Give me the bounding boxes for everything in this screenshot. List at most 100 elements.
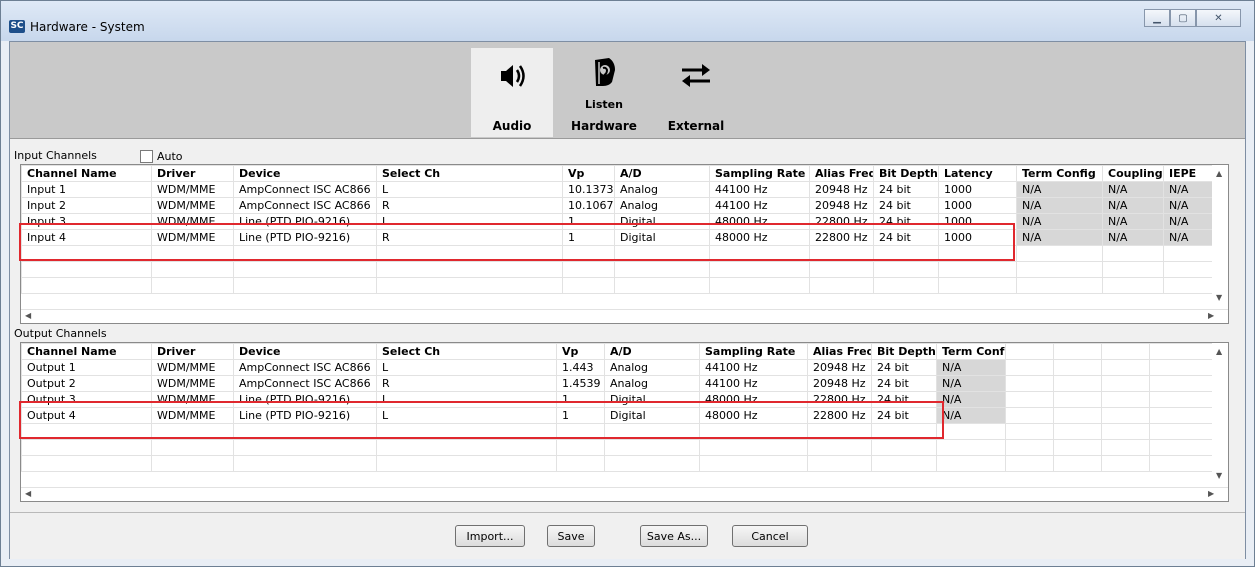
table-cell[interactable] bbox=[376, 245, 563, 262]
table-cell[interactable] bbox=[21, 423, 152, 440]
table-cell[interactable]: L bbox=[376, 213, 563, 230]
table-cell[interactable] bbox=[807, 439, 872, 456]
table-cell[interactable]: Analog bbox=[614, 181, 710, 198]
table-cell[interactable]: 20948 Hz bbox=[809, 181, 874, 198]
table-cell[interactable]: WDM/MME bbox=[151, 229, 234, 246]
table-cell[interactable] bbox=[151, 261, 234, 278]
table-cell[interactable]: 1000 bbox=[938, 213, 1017, 230]
table-cell[interactable] bbox=[1149, 423, 1214, 440]
table-cell[interactable] bbox=[376, 423, 557, 440]
table-row[interactable] bbox=[21, 423, 1214, 440]
table-cell[interactable]: 1 bbox=[556, 407, 605, 424]
table-cell[interactable]: Output 4 bbox=[21, 407, 152, 424]
table-cell[interactable] bbox=[1016, 245, 1103, 262]
table-cell[interactable] bbox=[376, 455, 557, 472]
column-header[interactable]: A/D bbox=[614, 165, 710, 182]
table-cell[interactable]: Digital bbox=[614, 229, 710, 246]
table-cell[interactable] bbox=[21, 455, 152, 472]
table-cell[interactable] bbox=[614, 277, 710, 294]
table-cell[interactable] bbox=[562, 277, 615, 294]
table-cell[interactable]: 24 bit bbox=[871, 359, 937, 376]
table-cell[interactable]: L bbox=[376, 359, 557, 376]
table-cell[interactable] bbox=[1005, 423, 1054, 440]
table-cell[interactable]: 22800 Hz bbox=[809, 229, 874, 246]
table-cell[interactable]: Line (PTD PIO-9216) bbox=[233, 391, 377, 408]
table-cell[interactable]: N/A bbox=[936, 391, 1006, 408]
table-cell[interactable]: AmpConnect ISC AC866 bbox=[233, 197, 377, 214]
scroll-right-icon[interactable]: ▶ bbox=[1208, 311, 1214, 320]
column-header[interactable] bbox=[1053, 343, 1102, 360]
column-header[interactable]: Latency bbox=[938, 165, 1017, 182]
table-cell[interactable]: WDM/MME bbox=[151, 197, 234, 214]
table-cell[interactable]: N/A bbox=[1102, 181, 1164, 198]
table-cell[interactable] bbox=[1005, 359, 1054, 376]
table-row[interactable]: Output 2 WDM/MME AmpConnect ISC AC866 R 1.45… bbox=[21, 375, 1214, 392]
table-cell[interactable] bbox=[562, 245, 615, 262]
table-cell[interactable]: WDM/MME bbox=[151, 407, 234, 424]
table-cell[interactable]: Output 3 bbox=[21, 391, 152, 408]
table-cell[interactable] bbox=[376, 439, 557, 456]
table-cell[interactable] bbox=[936, 423, 1006, 440]
table-cell[interactable] bbox=[1149, 375, 1214, 392]
column-header[interactable]: A/D bbox=[604, 343, 700, 360]
table-cell[interactable] bbox=[556, 455, 605, 472]
column-header[interactable]: Sampling Rate bbox=[709, 165, 810, 182]
table-cell[interactable]: WDM/MME bbox=[151, 391, 234, 408]
table-cell[interactable]: AmpConnect ISC AC866 bbox=[233, 375, 377, 392]
table-cell[interactable] bbox=[233, 261, 377, 278]
table-cell[interactable]: 1.4539 bbox=[556, 375, 605, 392]
scroll-up-icon[interactable]: ▲ bbox=[1216, 169, 1222, 178]
table-cell[interactable] bbox=[936, 455, 1006, 472]
table-cell[interactable] bbox=[562, 261, 615, 278]
table-cell[interactable] bbox=[809, 245, 874, 262]
table-cell[interactable] bbox=[873, 277, 939, 294]
table-cell[interactable] bbox=[807, 455, 872, 472]
table-cell[interactable] bbox=[604, 439, 700, 456]
table-cell[interactable] bbox=[233, 423, 377, 440]
table-cell[interactable]: Input 3 bbox=[21, 213, 152, 230]
table-cell[interactable] bbox=[1053, 439, 1102, 456]
table-cell[interactable] bbox=[1163, 261, 1214, 278]
table-cell[interactable] bbox=[556, 439, 605, 456]
table-cell[interactable] bbox=[1101, 455, 1150, 472]
maximize-button[interactable]: ▢ bbox=[1170, 9, 1196, 27]
table-cell[interactable]: N/A bbox=[1102, 197, 1164, 214]
table-cell[interactable]: Output 2 bbox=[21, 375, 152, 392]
table-cell[interactable] bbox=[699, 423, 808, 440]
table-cell[interactable]: Digital bbox=[614, 213, 710, 230]
table-cell[interactable] bbox=[1053, 407, 1102, 424]
table-row[interactable] bbox=[21, 277, 1214, 294]
table-row[interactable] bbox=[21, 439, 1214, 456]
table-cell[interactable] bbox=[233, 439, 377, 456]
table-cell[interactable] bbox=[709, 245, 810, 262]
table-cell[interactable]: N/A bbox=[1016, 213, 1103, 230]
table-cell[interactable] bbox=[936, 439, 1006, 456]
output-vertical-scrollbar[interactable]: ▲ ▼ bbox=[1212, 343, 1228, 487]
table-cell[interactable]: Input 2 bbox=[21, 197, 152, 214]
table-cell[interactable] bbox=[1053, 455, 1102, 472]
column-header[interactable]: Bit Depth bbox=[873, 165, 939, 182]
column-header[interactable]: Sampling Rate bbox=[699, 343, 808, 360]
table-cell[interactable]: 10.1067 bbox=[562, 197, 615, 214]
table-cell[interactable]: Input 4 bbox=[21, 229, 152, 246]
table-cell[interactable]: 24 bit bbox=[873, 197, 939, 214]
save-as-button[interactable]: Save As... bbox=[640, 525, 708, 547]
table-cell[interactable]: Line (PTD PIO-9216) bbox=[233, 213, 377, 230]
table-cell[interactable] bbox=[604, 455, 700, 472]
table-cell[interactable]: Analog bbox=[604, 375, 700, 392]
column-header[interactable]: Term Conf bbox=[936, 343, 1006, 360]
table-cell[interactable] bbox=[614, 245, 710, 262]
table-cell[interactable]: N/A bbox=[1163, 213, 1214, 230]
table-cell[interactable] bbox=[1101, 359, 1150, 376]
table-cell[interactable] bbox=[556, 423, 605, 440]
table-cell[interactable] bbox=[233, 277, 377, 294]
table-cell[interactable]: R bbox=[376, 197, 563, 214]
table-cell[interactable]: 24 bit bbox=[873, 181, 939, 198]
table-cell[interactable]: N/A bbox=[1016, 181, 1103, 198]
column-header[interactable]: Channel Name bbox=[21, 165, 152, 182]
scroll-right-icon[interactable]: ▶ bbox=[1208, 489, 1214, 498]
import-button[interactable]: Import... bbox=[455, 525, 525, 547]
table-cell[interactable]: L bbox=[376, 407, 557, 424]
table-row[interactable]: Input 3 WDM/MME Line (PTD PIO-9216) L 1 Digit… bbox=[21, 213, 1214, 230]
table-cell[interactable] bbox=[709, 261, 810, 278]
